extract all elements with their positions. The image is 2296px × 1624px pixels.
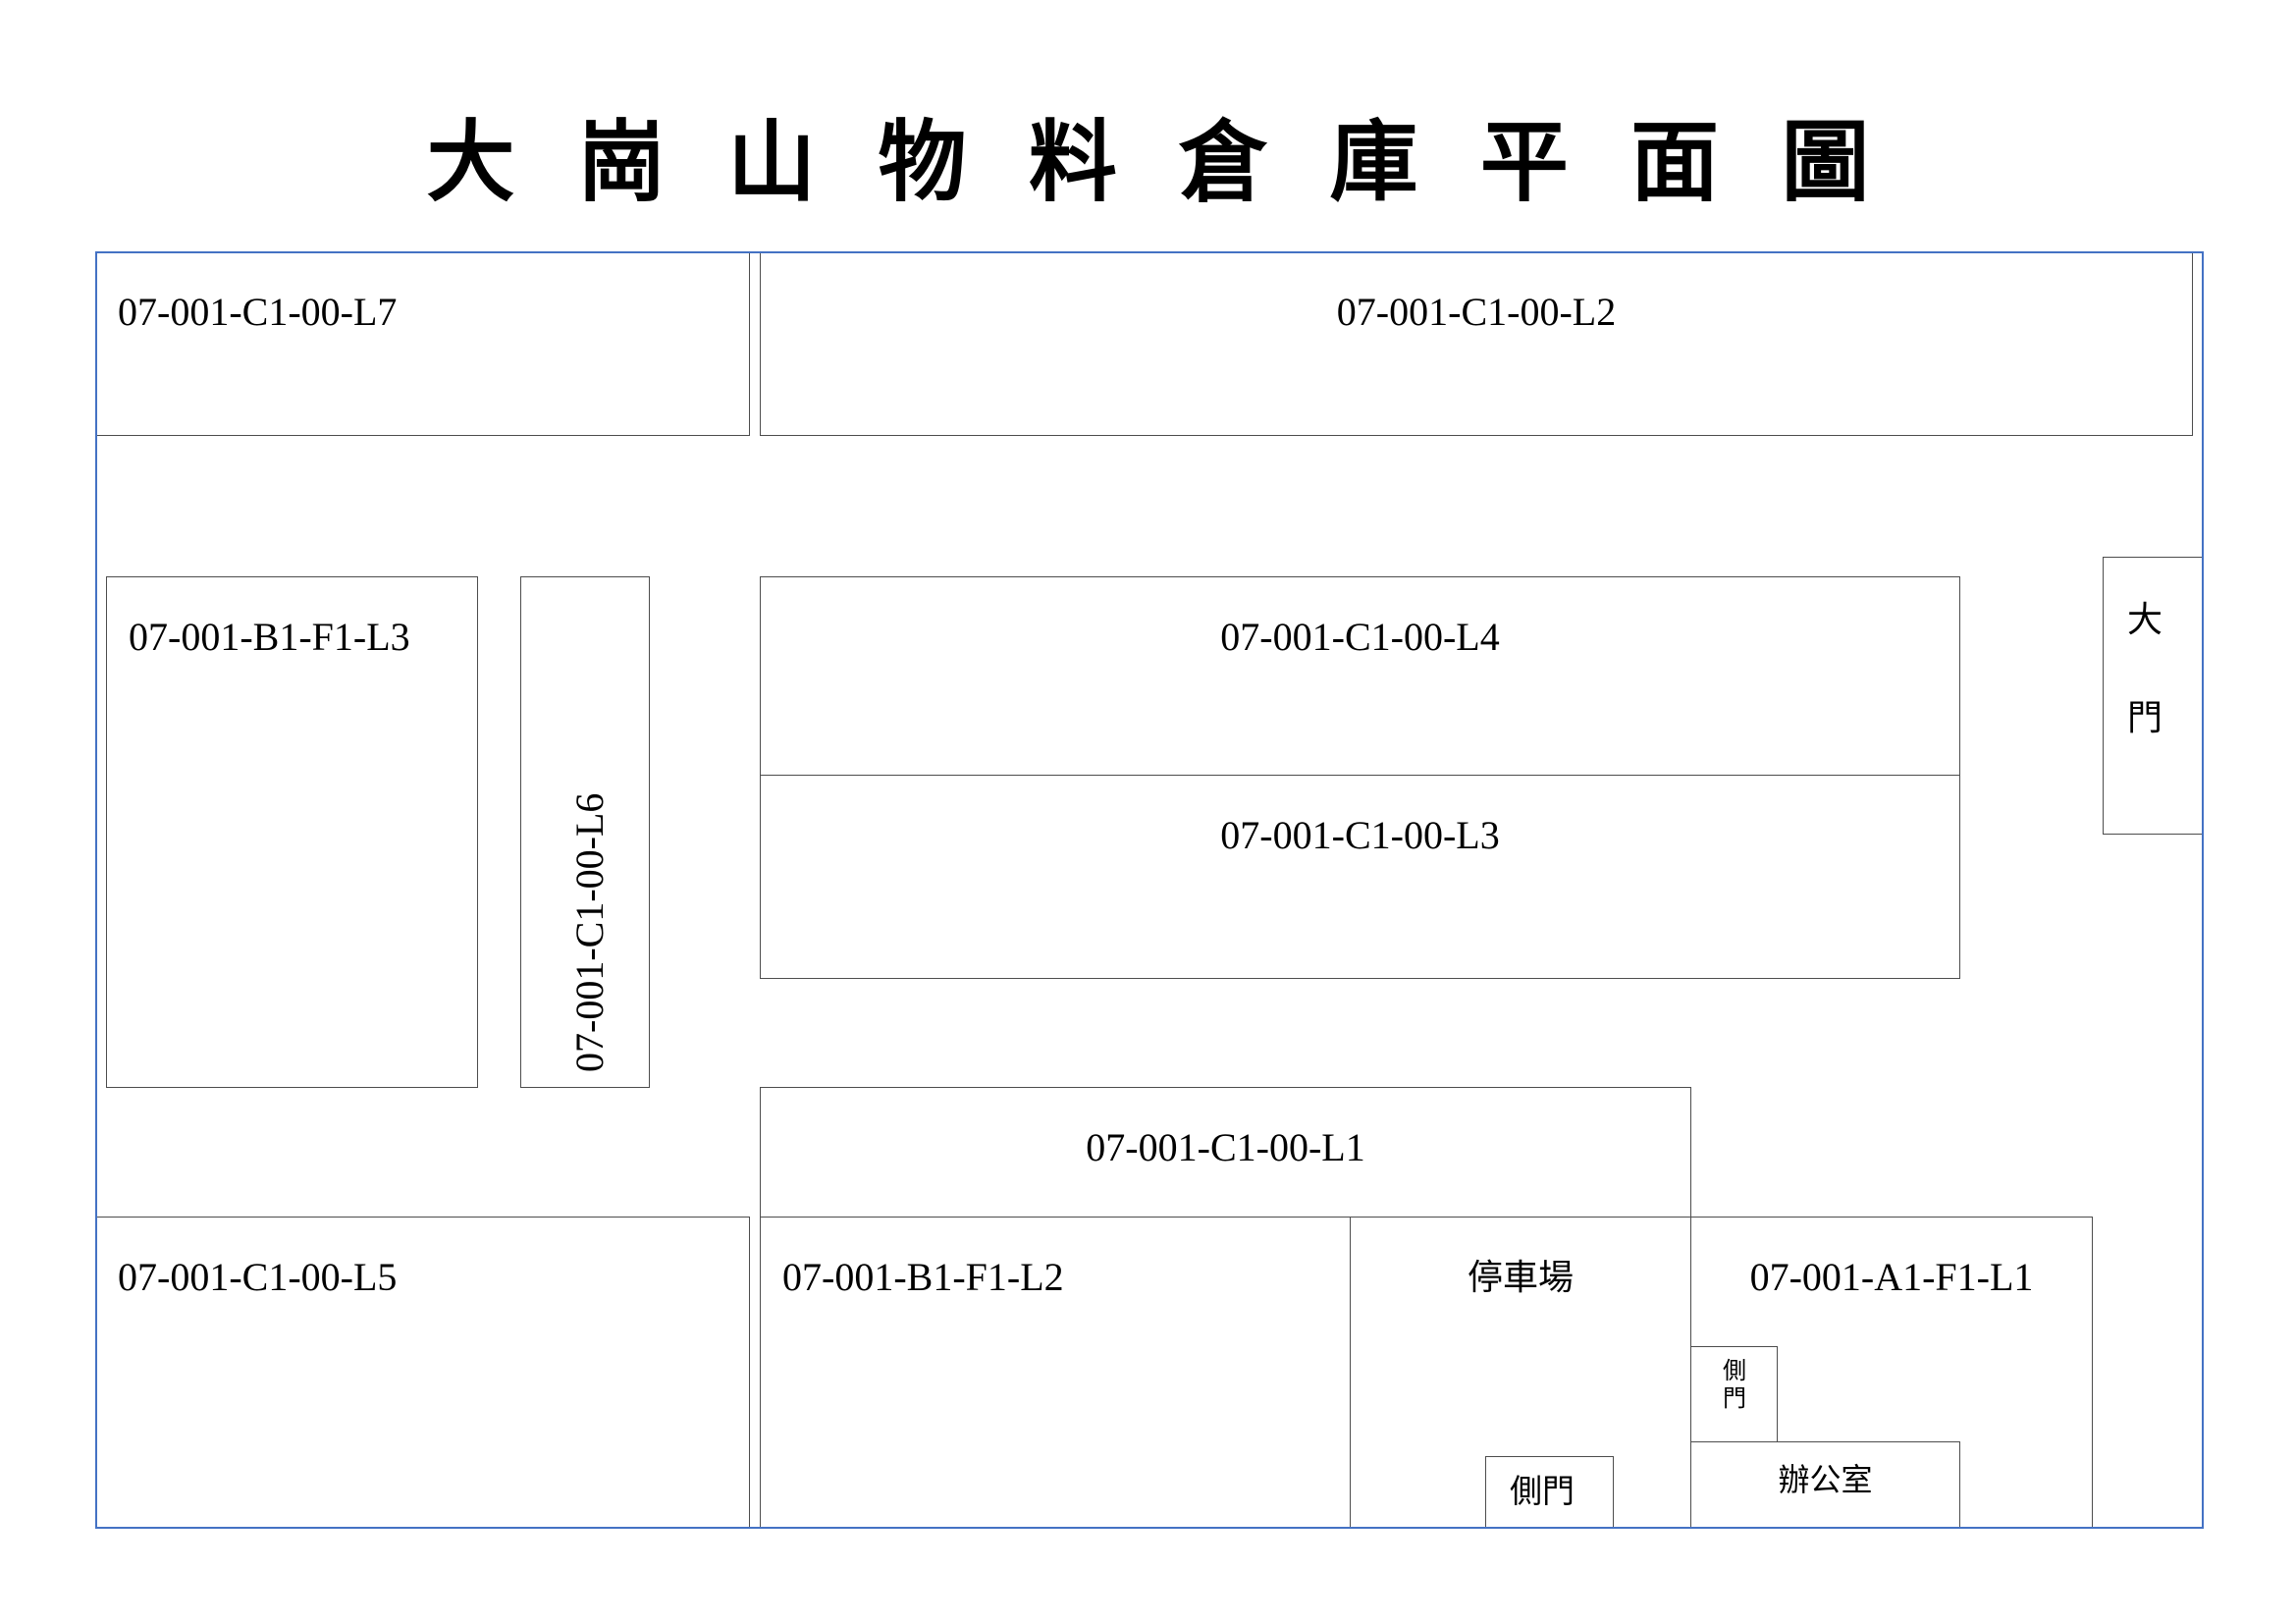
parking-label: 停車場 <box>1467 1258 1574 1297</box>
storage-zone-label: 07-001-B1-F1-L3 <box>129 615 410 659</box>
side-gate-parking: 側門 <box>1485 1456 1614 1529</box>
storage-zone-label: 07-001-C1-00-L3 <box>1220 813 1500 857</box>
side-gate-office: 側門 <box>1690 1346 1778 1442</box>
storage-zone-c1-00-l4: 07-001-C1-00-L4 <box>760 576 1960 776</box>
storage-zone-c1-00-l7: 07-001-C1-00-L7 <box>95 251 750 436</box>
storage-zone-c1-00-l6: 07-001-C1-00-L6 <box>520 576 650 1088</box>
storage-zone-c1-00-l2: 07-001-C1-00-L2 <box>760 251 2193 436</box>
office-label: 辦公室 <box>1778 1462 1873 1497</box>
storage-zone-label: 07-001-C1-00-L7 <box>118 290 398 334</box>
storage-zone-label: 07-001-B1-F1-L2 <box>782 1255 1064 1299</box>
storage-zone-label: 07-001-C1-00-L1 <box>1086 1125 1365 1169</box>
storage-zone-b1-f1-l2: 07-001-B1-F1-L2 <box>760 1217 1351 1529</box>
storage-zone-label: 07-001-C1-00-L6 <box>567 792 612 1073</box>
storage-zone-label: 07-001-C1-00-L2 <box>1336 290 1617 334</box>
storage-zone-c1-00-l1: 07-001-C1-00-L1 <box>760 1087 1691 1218</box>
office-room: 辦公室 <box>1690 1441 1960 1529</box>
page-title: 大 崗 山 物 料 倉 庫 平 面 圖 <box>426 110 1886 214</box>
main-gate-label: 大門 <box>2126 600 2163 737</box>
storage-zone-c1-00-l5: 07-001-C1-00-L5 <box>95 1217 750 1529</box>
main-gate: 大門 <box>2103 557 2204 835</box>
storage-zone-label: 07-001-A1-F1-L1 <box>1749 1255 2034 1299</box>
storage-zone-b1-f1-l3: 07-001-B1-F1-L3 <box>106 576 478 1088</box>
storage-zone-c1-00-l3: 07-001-C1-00-L3 <box>760 775 1960 979</box>
storage-zone-label: 07-001-C1-00-L4 <box>1220 615 1500 659</box>
side-gate-office-label: 側門 <box>1723 1359 1746 1412</box>
storage-zone-label: 07-001-C1-00-L5 <box>118 1255 398 1299</box>
side-gate-parking-label: 側門 <box>1510 1475 1575 1510</box>
